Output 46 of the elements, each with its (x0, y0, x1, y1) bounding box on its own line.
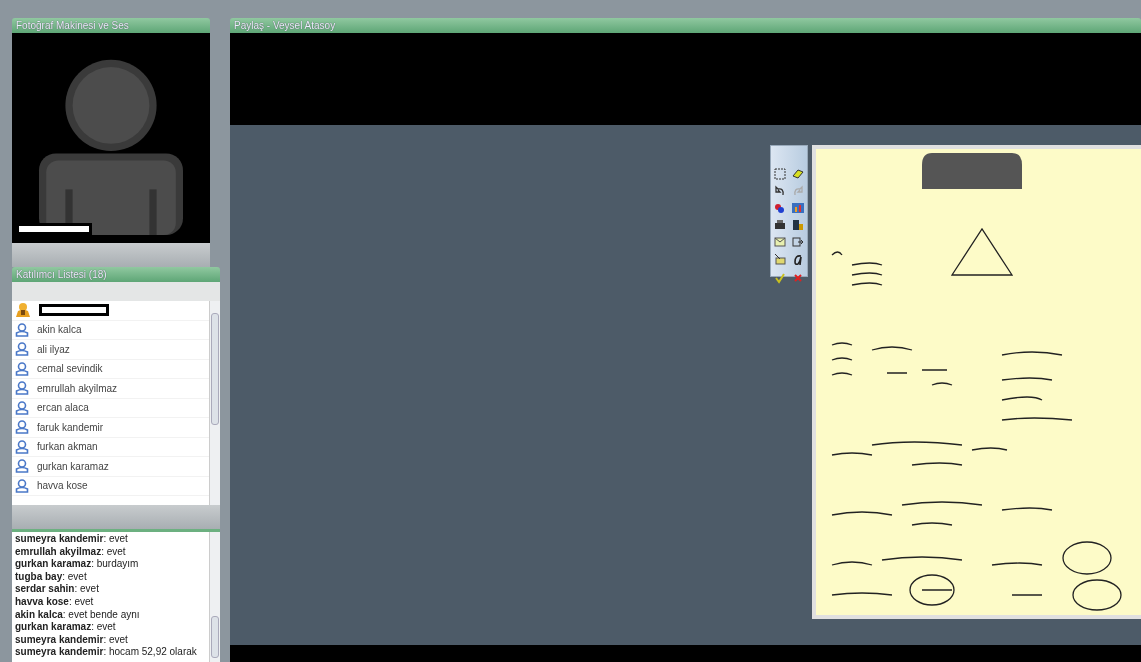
chat-message: gurkan karamaz: burdayım (15, 558, 140, 571)
participant-name[interactable]: ali ilyaz (37, 343, 70, 355)
print-icon[interactable] (774, 219, 786, 231)
participant-name[interactable]: cemal sevindik (37, 363, 103, 375)
person-icon (15, 361, 29, 376)
person-icon (15, 439, 29, 454)
participant-name[interactable]: akin kalca (37, 324, 82, 336)
participant-name[interactable]: emrullah akyilmaz (37, 382, 118, 394)
scrollbar[interactable] (209, 301, 220, 505)
chat-message: emrullah akyilmaz: evet (15, 545, 127, 559)
color-palette-icon[interactable] (774, 202, 786, 214)
participant-name[interactable]: havva kose (37, 480, 88, 492)
check-icon[interactable] (774, 272, 786, 284)
text-tool-icon[interactable] (792, 253, 804, 267)
participant-name[interactable]: furkan akman (37, 441, 98, 453)
export-icon[interactable] (792, 236, 804, 248)
chat-message: akin kalca: evet bende aynı (15, 608, 141, 622)
chat-message: tugba bay: evet (15, 570, 88, 584)
eraser-icon[interactable] (792, 168, 804, 180)
chat-message: sumeyra kandemir: hocam 52,92 olarak (15, 646, 198, 659)
undo-icon[interactable] (774, 185, 786, 197)
person-icon (15, 381, 29, 396)
person-icon (15, 420, 29, 435)
pod-title: Fotoğraf Makinesi ve Ses (12, 18, 210, 33)
selection-icon[interactable] (774, 168, 786, 180)
chat-message: sumeyra kandemir: evet (15, 633, 129, 647)
host-icon (15, 302, 31, 319)
scrollbar[interactable] (209, 532, 220, 662)
chat-message: serdar sahin: evet (15, 583, 100, 596)
chat-message: sumeyra kandemir: evet (15, 533, 129, 546)
person-icon (15, 322, 29, 337)
participant-name[interactable]: faruk kandemir (37, 421, 104, 433)
pod-title: Paylaş - Veysel Atasoy (230, 18, 1141, 33)
chat-message: havva kose: evet (15, 595, 95, 609)
envelope-icon[interactable] (774, 236, 786, 248)
person-icon (15, 400, 29, 415)
chart-icon[interactable] (792, 202, 804, 214)
person-icon (15, 478, 29, 493)
pod-title: Katılımcı Listesi (18) (12, 267, 220, 282)
person-icon (15, 459, 29, 474)
close-icon[interactable] (792, 272, 804, 284)
participant-name[interactable]: gurkan karamaz (37, 460, 109, 472)
participant-name[interactable]: ercan alaca (37, 402, 89, 414)
chat-message: gurkan karamaz: evet (15, 621, 117, 634)
person-icon (15, 342, 29, 357)
redacted-name (39, 304, 109, 317)
